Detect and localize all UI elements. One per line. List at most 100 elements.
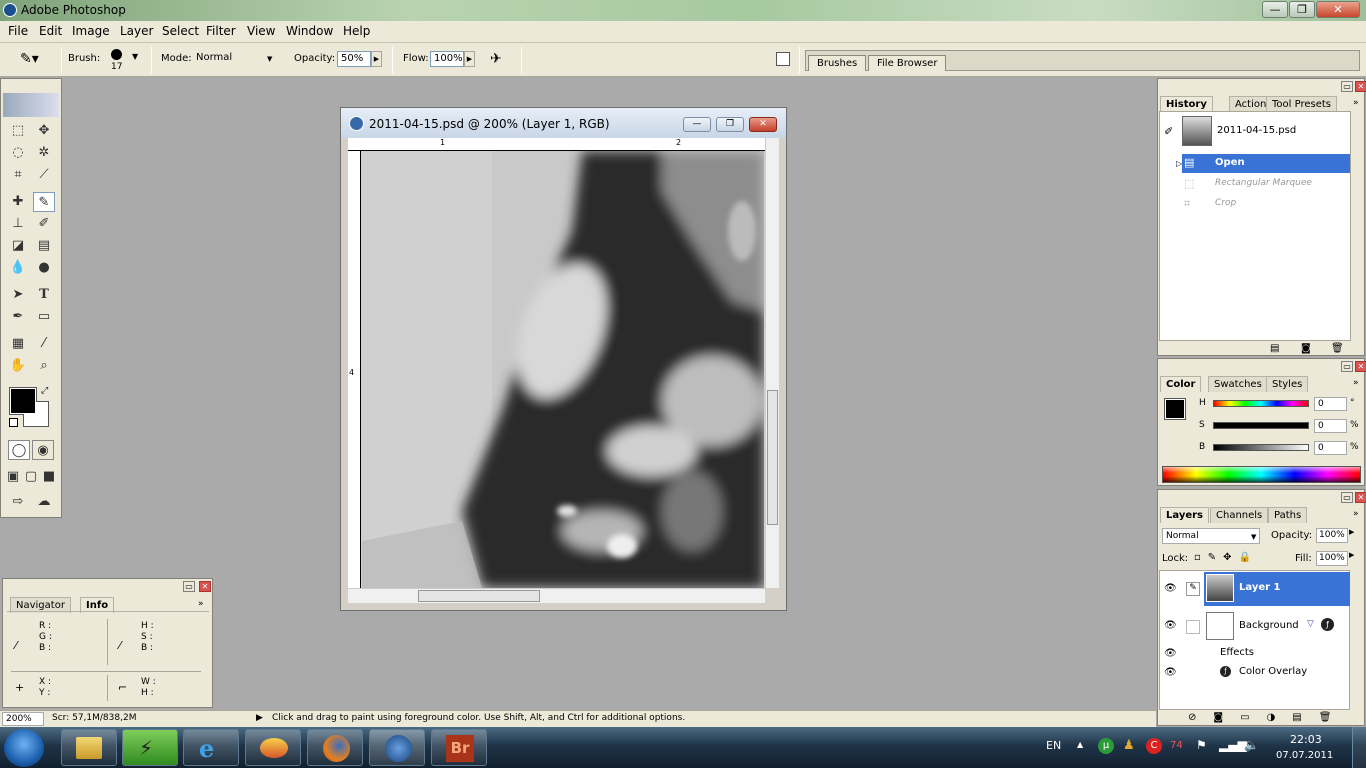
panel-minimize-button[interactable]: ▭	[1341, 361, 1353, 372]
panel-minimize-button[interactable]: ▭	[1341, 492, 1353, 503]
crop-tool-icon[interactable]: ⌗	[7, 165, 29, 185]
screen-mode-full-menu-icon[interactable]: ▢	[23, 467, 39, 487]
horizontal-scrollbar[interactable]	[348, 588, 765, 603]
new-snapshot-icon[interactable]: ◙	[1301, 343, 1311, 354]
airbrush-icon[interactable]: ✈	[490, 51, 502, 67]
notes-tool-icon[interactable]: ▦	[7, 334, 29, 354]
menu-edit[interactable]: Edit	[39, 24, 62, 38]
menu-view[interactable]: View	[247, 24, 275, 38]
history-brush-source-icon[interactable]: ✐	[1164, 125, 1173, 138]
imageready-icon[interactable]: ☁	[33, 492, 55, 512]
color-ramp[interactable]	[1162, 466, 1361, 483]
menu-layer[interactable]: Layer	[120, 24, 153, 38]
taskbar-photoshop[interactable]	[369, 729, 425, 766]
tab-layers[interactable]: Layers	[1160, 507, 1209, 523]
screen-mode-standard-icon[interactable]: ▣	[5, 467, 21, 487]
fill-field[interactable]: 100%	[1316, 551, 1348, 566]
tab-brushes[interactable]: Brushes	[808, 55, 867, 71]
status-arrow-icon[interactable]: ▶	[256, 713, 263, 723]
antivirus-icon[interactable]: C	[1146, 738, 1162, 754]
opacity-arrow-icon[interactable]: ▶	[371, 51, 382, 67]
network-icon[interactable]: ▂▄▆	[1219, 738, 1247, 752]
new-document-from-state-icon[interactable]: ▤	[1270, 343, 1279, 354]
tab-color[interactable]: Color	[1160, 376, 1202, 392]
blur-tool-icon[interactable]: 💧	[7, 258, 29, 278]
show-hidden-icons-icon[interactable]: ▲	[1077, 740, 1083, 749]
tab-paths[interactable]: Paths	[1268, 507, 1308, 523]
tab-swatches[interactable]: Swatches	[1208, 376, 1268, 392]
fill-arrow-icon[interactable]: ▶	[1349, 551, 1354, 559]
pen-tool-icon[interactable]: ✒	[7, 307, 29, 327]
brush-tool-icon[interactable]: ✎	[33, 192, 55, 212]
quickmask-mode-icon[interactable]: ◉	[32, 440, 54, 460]
taskbar-winamp[interactable]: ⚡	[122, 729, 178, 766]
start-button[interactable]	[4, 729, 44, 767]
layer-bottom-buttons[interactable]: ⊘◙▭◑▤🗑	[1188, 712, 1348, 723]
taskbar-ie[interactable]: e	[183, 729, 239, 766]
foreground-color-swatch[interactable]	[1164, 398, 1186, 420]
language-indicator[interactable]: EN	[1046, 739, 1061, 752]
layer-brush-link-icon[interactable]: ✎	[1186, 582, 1200, 596]
slice-tool-icon[interactable]: ⟋	[33, 165, 55, 185]
gradient-tool-icon[interactable]: ▤	[33, 236, 55, 256]
panel-close-button[interactable]: ✕	[199, 581, 211, 592]
minimize-button[interactable]: —	[1262, 1, 1288, 18]
history-brush-icon[interactable]: ✐	[33, 214, 55, 234]
brightness-field[interactable]: 0	[1314, 441, 1347, 455]
effects-label[interactable]: Effects	[1220, 647, 1254, 658]
eyedropper-icon[interactable]: ⁄	[33, 334, 55, 354]
layer-visibility-eye-icon[interactable]: 👁	[1164, 583, 1177, 594]
blend-mode-select[interactable]: Normal	[1162, 528, 1260, 544]
palette-well-icon[interactable]	[776, 52, 790, 66]
marquee-tool-icon[interactable]: ⬚	[7, 121, 29, 141]
layer-row-background[interactable]: Background ▽ ƒ	[1204, 610, 1350, 644]
image-canvas[interactable]	[362, 151, 764, 588]
lock-icons[interactable]: ▫✎✥🔒	[1194, 552, 1258, 563]
type-tool-icon[interactable]: T	[33, 285, 55, 305]
clock-time[interactable]: 22:03	[1290, 733, 1322, 746]
menu-filter[interactable]: Filter	[206, 24, 236, 38]
effects-expand-icon[interactable]: ▽	[1307, 619, 1314, 629]
document-titlebar[interactable]: 2011-04-15.psd @ 200% (Layer 1, RGB) — ❐…	[341, 108, 786, 138]
volume-icon[interactable]: 🔈	[1244, 738, 1259, 752]
magic-wand-icon[interactable]: ✲	[33, 143, 55, 163]
background-visibility-eye-icon[interactable]: 👁	[1164, 620, 1177, 631]
history-item-open[interactable]: ▤ Open	[1182, 154, 1350, 173]
standard-mode-icon[interactable]: ◯	[8, 440, 30, 460]
hand-tool-icon[interactable]: ✋	[7, 356, 29, 376]
layer-link-box[interactable]	[1186, 620, 1200, 634]
menu-window[interactable]: Window	[286, 24, 333, 38]
path-select-icon[interactable]: ➤	[7, 285, 29, 305]
taskbar-bridge[interactable]: Br	[431, 729, 487, 766]
tab-history[interactable]: History	[1160, 96, 1213, 112]
panel-menu-icon[interactable]: »	[198, 599, 204, 609]
menu-select[interactable]: Select	[162, 24, 199, 38]
taskbar-explorer[interactable]	[61, 729, 117, 766]
mode-dropdown-icon[interactable]: ▼	[267, 55, 272, 63]
horizontal-scroll-thumb[interactable]	[418, 590, 540, 602]
swap-colors-icon[interactable]: ⤢	[41, 386, 48, 396]
doc-restore-button[interactable]: ❐	[716, 117, 744, 132]
lasso-tool-icon[interactable]: ◌	[7, 143, 29, 163]
panel-minimize-button[interactable]: ▭	[183, 581, 195, 592]
flow-field[interactable]: 100%	[430, 51, 464, 67]
blend-dropdown-icon[interactable]: ▼	[1251, 533, 1256, 541]
zoom-tool-icon[interactable]: ⌕	[33, 356, 55, 376]
menu-help[interactable]: Help	[343, 24, 370, 38]
adobe-online-icon[interactable]	[3, 93, 59, 117]
tab-styles[interactable]: Styles	[1266, 376, 1309, 392]
brightness-slider[interactable]	[1213, 444, 1309, 451]
screen-mode-full-icon[interactable]: ■	[41, 467, 57, 487]
vertical-scroll-thumb[interactable]	[767, 390, 778, 525]
panel-close-button[interactable]: ✕	[1355, 492, 1366, 503]
tab-tool-presets[interactable]: Tool Presets	[1266, 96, 1337, 112]
saturation-field[interactable]: 0	[1314, 419, 1347, 433]
brush-tool-preset-icon[interactable]: ✎▾	[20, 51, 39, 67]
panel-menu-icon[interactable]: »	[1353, 98, 1359, 108]
restore-button[interactable]: ❐	[1289, 1, 1315, 18]
taskbar-media[interactable]	[245, 729, 301, 766]
healing-brush-icon[interactable]: ✚	[7, 192, 29, 212]
tab-channels[interactable]: Channels	[1210, 507, 1269, 523]
eraser-tool-icon[interactable]: ◪	[7, 236, 29, 256]
action-center-flag-icon[interactable]: ⚑	[1196, 738, 1207, 752]
